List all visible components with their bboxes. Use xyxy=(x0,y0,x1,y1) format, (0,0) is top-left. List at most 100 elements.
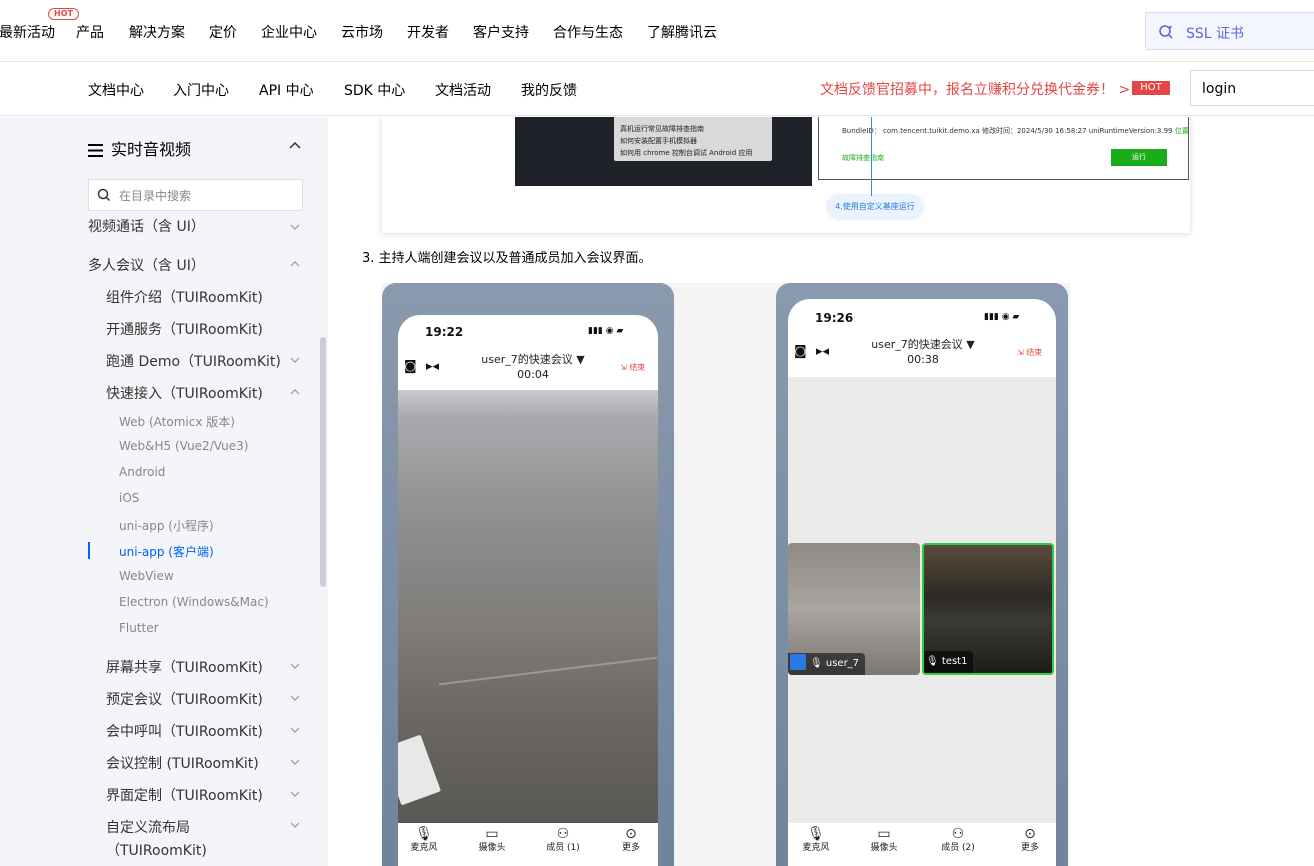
ide-location-link: 位置 xyxy=(1174,127,1189,135)
sidebar-item-custom-layout-suffix: （TUIRoomKit) xyxy=(106,843,207,859)
popup-line: 如何安装配置手机模拟器 xyxy=(620,137,697,145)
popup-line: 真机运行常见故障排查指南 xyxy=(620,125,704,133)
end-label: 结束 xyxy=(1026,348,1043,357)
toolbar-label: 更多 xyxy=(1020,843,1039,853)
sidebar-sub-ios[interactable]: iOS xyxy=(119,491,139,505)
ide-screenshot: 真机运行常见故障排查指南 如何安装配置手机模拟器 如何用 chrome 控制台调… xyxy=(382,117,1190,233)
promo-link[interactable]: 文档反馈官招募中，报名立赚积分兑换代金券！ > xyxy=(820,79,1130,99)
camera-switch-icon: ◙ xyxy=(794,344,807,359)
chevron-down-icon xyxy=(290,727,300,733)
sidebar-search-placeholder: 在目录中搜索 xyxy=(119,189,192,203)
sidebar-item-meeting-control[interactable]: 会议控制 (TUIRoomKit) xyxy=(106,753,259,773)
ide-troubleshoot-link: 故障排查指南 xyxy=(842,154,884,162)
phone-screen-member: 19:26 ▮▮▮ ◉ ▰ ◙ ▸◂ user_7的快速会议 ▼ 00:38 ⇲… xyxy=(788,299,1056,866)
sidebar-item-run-demo[interactable]: 跑通 Demo（TUIRoomKit) xyxy=(106,351,281,371)
docnav-my-feedback[interactable]: 我的反馈 xyxy=(521,80,577,100)
sidebar-search-input[interactable]: 在目录中搜索 xyxy=(88,179,303,211)
nav-developers[interactable]: 开发者 xyxy=(407,22,449,42)
chevron-up-icon[interactable] xyxy=(288,140,302,150)
tile-label: 🎙︎ test1 xyxy=(924,651,974,673)
status-icons: ▮▮▮ ◉ ▰ xyxy=(984,312,1020,322)
end-meeting-button: ⇲ 结束 xyxy=(1017,348,1043,357)
nav-pricing[interactable]: 定价 xyxy=(209,22,237,42)
sidebar-item-quick-integration[interactable]: 快速接入（TUIRoomKit) xyxy=(106,383,263,403)
doc-navigation: 文档中心 入门中心 API 中心 SDK 中心 文档活动 我的反馈 文档反馈官招… xyxy=(0,62,1314,116)
toolbar-label: 成员 (1) xyxy=(546,843,580,853)
user-icon xyxy=(790,654,806,670)
docnav-api-center[interactable]: API 中心 xyxy=(259,80,314,100)
sidebar-scrollbar[interactable] xyxy=(320,337,326,587)
tile-username: test1 xyxy=(941,656,968,667)
tile-label: 🎙︎ user_7 xyxy=(788,653,866,675)
mirror-icon: ▸◂ xyxy=(816,344,830,359)
sidebar-sub-android[interactable]: Android xyxy=(119,465,165,479)
sidebar-item-multi-meeting[interactable]: 多人会议（含 UI） xyxy=(88,255,205,275)
site-search-input[interactable]: SSL 证书 xyxy=(1145,12,1314,50)
sidebar-item-video-call[interactable]: 视频通话（含 UI） xyxy=(88,217,205,236)
nav-partners[interactable]: 合作与生态 xyxy=(553,22,623,42)
tile-username: user_7 xyxy=(825,658,860,669)
more-icon: ⊙ xyxy=(1024,826,1036,842)
sidebar-item-scheduled-meeting[interactable]: 预定会议（TUIRoomKit) xyxy=(106,689,263,709)
menu-icon xyxy=(88,144,103,157)
sidebar-item-activate-service[interactable]: 开通服务（TUIRoomKit) xyxy=(106,319,263,339)
sidebar-sub-electron[interactable]: Electron (Windows&Mac) xyxy=(119,595,269,609)
toolbar-camera-button: ▭ 摄像头 xyxy=(472,827,512,855)
meeting-toolbar: 🎙︎ 麦克风 ▭ 摄像头 ⚇ 成员 (2) ⊙ 更多 xyxy=(788,823,1056,863)
sidebar-item-in-meeting-call[interactable]: 会中呼叫（TUIRoomKit) xyxy=(106,721,263,741)
docnav-sdk-center[interactable]: SDK 中心 xyxy=(344,80,405,100)
sidebar-item-screen-share[interactable]: 屏幕共享（TUIRoomKit) xyxy=(106,657,263,677)
step-3-text: 3. 主持人端创建会议以及普通成员加入会议界面。 xyxy=(362,251,652,266)
login-input[interactable]: login xyxy=(1190,70,1314,106)
sidebar-sub-web-atomicx[interactable]: Web (Atomicx 版本) xyxy=(119,413,235,430)
sidebar: 实时音视频 在目录中搜索 视频通话（含 UI） 多人会议（含 UI） 组件介绍（… xyxy=(0,117,328,866)
docnav-doc-activities[interactable]: 文档活动 xyxy=(435,80,491,100)
mirror-icon: ▸◂ xyxy=(426,359,440,374)
ide-bundle-text: BundleID： com.tencent.tuikit.demo.xa 修改时… xyxy=(842,127,1173,135)
chevron-up-icon xyxy=(290,389,300,395)
sidebar-sub-uniapp-miniprogram[interactable]: uni-app (小程序) xyxy=(119,517,214,534)
nav-latest-activities[interactable]: 最新活动 xyxy=(0,22,55,42)
search-icon xyxy=(97,188,111,202)
end-label: 结束 xyxy=(629,363,646,372)
host-video-feed xyxy=(398,390,658,823)
nav-support[interactable]: 客户支持 xyxy=(473,22,529,42)
nav-solutions[interactable]: 解决方案 xyxy=(129,22,185,42)
nav-marketplace[interactable]: 云市场 xyxy=(341,22,383,42)
toolbar-more-button: ⊙ 更多 xyxy=(1010,827,1050,855)
members-icon: ⚇ xyxy=(951,826,965,842)
nav-about[interactable]: 了解腾讯云 xyxy=(647,22,717,42)
meeting-title-host: user_7的快速会议 ▼ 00:04 xyxy=(458,352,608,382)
ide-bundle-info: BundleID： com.tencent.tuikit.demo.xa 修改时… xyxy=(842,126,1189,136)
chevron-down-icon xyxy=(290,357,300,363)
sidebar-item-component-intro[interactable]: 组件介绍（TUIRoomKit) xyxy=(106,287,263,307)
nav-products[interactable]: 产品 xyxy=(76,22,104,42)
docnav-doc-center[interactable]: 文档中心 xyxy=(88,80,144,100)
sidebar-sub-uniapp-client[interactable]: uni-app (客户端) xyxy=(119,543,214,560)
docnav-getting-started[interactable]: 入门中心 xyxy=(173,80,229,100)
camera-switch-icon: ◙ xyxy=(404,359,417,374)
active-indicator xyxy=(88,542,90,559)
toolbar-label: 更多 xyxy=(621,843,640,853)
phone-frame-member: 19:26 ▮▮▮ ◉ ▰ ◙ ▸◂ user_7的快速会议 ▼ 00:38 ⇲… xyxy=(776,283,1068,866)
meeting-title-text: user_7的快速会议 ▼ xyxy=(481,353,585,366)
toolbar-label: 摄像头 xyxy=(870,843,898,853)
meeting-title-text: user_7的快速会议 ▼ xyxy=(871,338,975,351)
status-time: 19:22 xyxy=(425,325,464,339)
mic-icon: 🎙︎ xyxy=(807,826,825,842)
chevron-down-icon xyxy=(290,663,300,669)
video-detail xyxy=(438,656,658,686)
sidebar-title: 实时音视频 xyxy=(88,136,191,160)
nav-enterprise[interactable]: 企业中心 xyxy=(261,22,317,42)
popup-line: 如何用 chrome 控制台调试 Android 应用 xyxy=(620,149,753,157)
toolbar-more-button: ⊙ 更多 xyxy=(611,827,651,855)
sidebar-sub-webview[interactable]: WebView xyxy=(119,569,174,583)
chevron-down-icon xyxy=(290,822,300,828)
toolbar-label: 成员 (2) xyxy=(941,843,975,853)
sidebar-sub-flutter[interactable]: Flutter xyxy=(119,621,159,635)
sidebar-sub-web-h5[interactable]: Web&H5 (Vue2/Vue3) xyxy=(119,439,248,453)
sidebar-item-custom-layout[interactable]: 自定义流布局 xyxy=(106,817,190,837)
phone-screen-host: 19:22 ▮▮▮ ◉ ▰ ◙ ▸◂ user_7的快速会议 ▼ 00:04 ⇲… xyxy=(398,315,658,866)
sidebar-item-ui-customization[interactable]: 界面定制（TUIRoomKit) xyxy=(106,785,263,805)
video-grid-area: 🎙︎ user_7 🎙︎ test1 xyxy=(788,377,1056,823)
